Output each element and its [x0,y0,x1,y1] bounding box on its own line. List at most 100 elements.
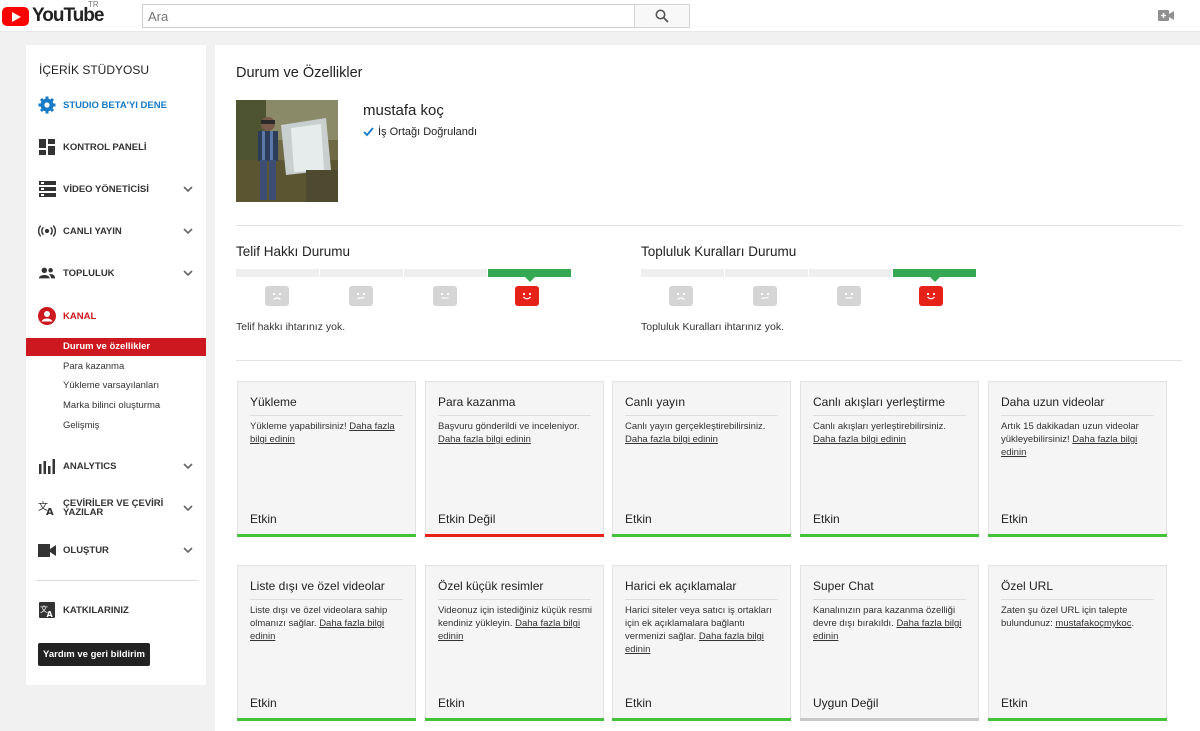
sub-item-monetization[interactable]: Para kazanma [26,358,206,376]
meter-segment [404,269,487,277]
sidebar-item-contributions[interactable]: 文A KATKILARINIZ [26,597,206,623]
community-status-text: Topluluk Kuralları ihtarınız yok. [641,321,784,333]
feature-card-upload[interactable]: Yükleme Yükleme yapabilirsiniz! Daha faz… [237,381,416,537]
feature-card-custom-url[interactable]: Özel URL Zaten şu özel URL için talepte … [988,565,1167,721]
feature-title: Harici ek açıklamalar [625,579,737,593]
learn-more-link[interactable]: Daha fazla bilgi edinin [625,434,718,445]
copyright-status-text: Telif hakkı ihtarınız yok. [236,321,346,333]
status-bar [237,718,416,721]
masthead: YouTube TR [0,0,1200,32]
feature-description: Artık 15 dakikadan uzun videolar yükleye… [1001,420,1156,459]
feature-description: Harici siteler veya satıcı iş ortakları … [625,604,780,656]
video-camera-icon[interactable] [1158,9,1174,22]
status-bar [988,534,1167,537]
feature-status: Etkin [813,512,840,526]
sidebar-item-translations[interactable]: 文A ÇEVİRİLER VE ÇEVİRİ YAZILAR [26,495,206,521]
channel-avatar[interactable] [236,100,338,202]
card-divider [438,415,591,416]
sidebar-item-label: KATKILARINIZ [63,604,129,616]
sidebar-item-live[interactable]: CANLI YAYIN [26,218,206,244]
sad-face-icon [265,286,289,306]
learn-more-link[interactable]: Daha fazla bilgi edinin [813,434,906,445]
feature-description: Videonuz için istediğiniz küçük resmi ke… [438,604,593,643]
sub-item-branding[interactable]: Marka bilinci oluşturma [26,397,206,415]
help-feedback-button[interactable]: Yardım ve geri bildirim [38,643,150,666]
community-status-meter [641,269,976,282]
sidebar-item-label: VİDEO YÖNETİCİSİ [63,183,149,195]
section-divider [236,225,1182,226]
status-bar [800,534,979,537]
sub-item-advanced[interactable]: Gelişmiş [26,417,206,435]
sidebar-item-dashboard[interactable]: KONTROL PANELİ [26,134,206,160]
status-bar [988,718,1167,721]
meter-segment [641,269,724,277]
feature-card-unlisted-private[interactable]: Liste dışı ve özel videolar Liste dışı v… [237,565,416,721]
feature-desc-text: Yükleme yapabilirsiniz! [250,421,347,432]
feature-card-monetization[interactable]: Para kazanma Başvuru gönderildi ve incel… [425,381,604,537]
feature-title: Yükleme [250,395,297,409]
sidebar-title: İÇERİK STÜDYOSU [39,63,150,77]
sidebar-item-video-manager[interactable]: VİDEO YÖNETİCİSİ [26,176,206,202]
card-divider [813,415,966,416]
chevron-down-icon[interactable] [183,461,193,471]
sad-face-icon [669,286,693,306]
sidebar-item-label: STUDIO BETA'YI DENE [63,99,167,111]
status-bar [237,534,416,537]
feature-title: Super Chat [813,579,874,593]
feature-description: Canlı yayın gerçekleştirebilirsiniz. Dah… [625,420,780,446]
dashboard-icon [38,138,56,156]
logo-country: TR [88,0,99,9]
channel-name[interactable]: mustafa koç [363,102,444,119]
main-content: Durum ve Özellikler mustafa koç İş Ortağ… [215,45,1200,731]
sidebar-item-analytics[interactable]: ANALYTICS [26,453,206,479]
analytics-icon [38,457,56,475]
feature-card-super-chat[interactable]: Super Chat Kanalınızın para kazanma özel… [800,565,979,721]
sub-item-upload-defaults[interactable]: Yükleme varsayılanları [26,377,206,395]
sidebar-divider [36,580,198,581]
feature-title: Özel URL [1001,579,1054,593]
learn-more-link[interactable]: Daha fazla bilgi edinin [438,434,531,445]
feature-title: Canlı akışları yerleştirme [813,395,946,409]
feature-card-external-annotations[interactable]: Harici ek açıklamalar Harici siteler vey… [612,565,791,721]
sidebar-item-label: TOPLULUK [63,267,115,279]
neutral-face-icon [433,286,457,306]
meter-segment-active [893,269,976,282]
meter-segment [320,269,403,277]
sidebar-item-community[interactable]: TOPLULUK [26,260,206,286]
desc-suffix: . [1131,618,1135,629]
sidebar-item-studio-beta[interactable]: STUDIO BETA'YI DENE [26,92,206,118]
card-divider [625,415,778,416]
card-divider [250,415,403,416]
chevron-down-icon[interactable] [183,545,193,555]
svg-text:A: A [46,507,54,516]
feature-card-longer-videos[interactable]: Daha uzun videolar Artık 15 dakikadan uz… [988,381,1167,537]
sub-item-status-features[interactable]: Durum ve özellikler [26,338,206,356]
feature-card-live[interactable]: Canlı yayın Canlı yayın gerçekleştirebil… [612,381,791,537]
page-title: Durum ve Özellikler [236,65,363,81]
feature-card-custom-thumbnails[interactable]: Özel küçük resimler Videonuz için istedi… [425,565,604,721]
chevron-down-icon[interactable] [183,503,193,513]
youtube-play-icon [2,6,29,26]
chevron-down-icon[interactable] [183,226,193,236]
sidebar-item-label: KANAL [63,310,97,322]
feature-status: Etkin [1001,696,1028,710]
search-button[interactable] [634,4,690,28]
feature-card-embed-live[interactable]: Canlı akışları yerleştirme Canlı akışlar… [800,381,979,537]
chevron-down-icon[interactable] [183,184,193,194]
search-input[interactable] [142,4,635,28]
status-bar [612,534,791,537]
sidebar-item-channel[interactable]: KANAL [26,303,206,329]
feature-status: Etkin [625,696,652,710]
custom-url-link[interactable]: mustafakoçmykoc [1055,618,1131,629]
feature-description: Liste dışı ve özel videolara sahip olman… [250,604,405,643]
search-icon [655,9,669,23]
video-manager-icon [38,180,56,198]
sidebar-item-create[interactable]: OLUŞTUR [26,537,206,563]
chevron-down-icon[interactable] [183,268,193,278]
feature-status: Uygun Değil [813,696,879,710]
feature-title: Özel küçük resimler [438,579,544,593]
section-divider [236,360,1182,361]
feature-description: Kanalınızın para kazanma özelliği devre … [813,604,968,643]
checkmark-icon [363,127,374,137]
meter-segment [809,269,892,277]
